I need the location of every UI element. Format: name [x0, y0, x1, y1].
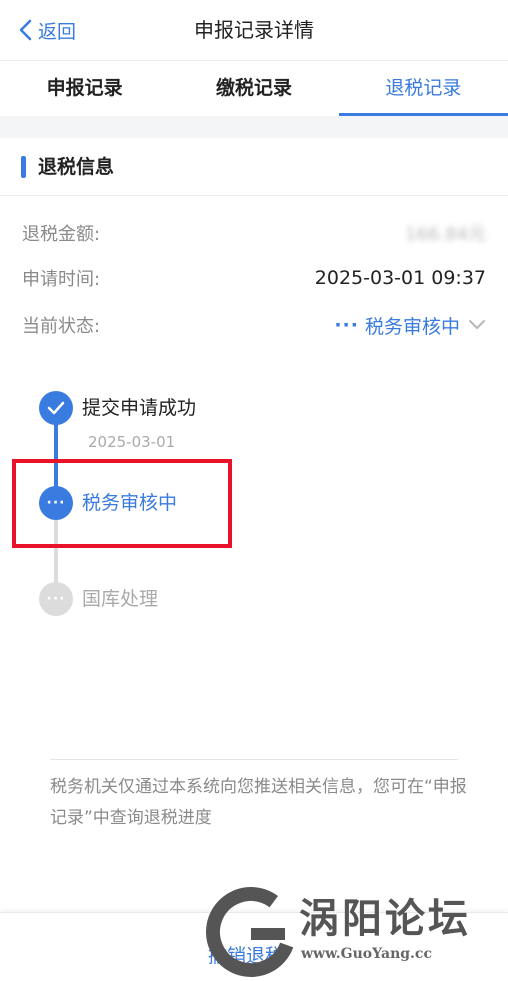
- watermark: 涡阳论坛 www.GuoYang.cc: [205, 886, 505, 978]
- apply-time-label: 申请时间:: [22, 269, 101, 290]
- current-status-label: 当前状态:: [22, 316, 101, 337]
- step-submitted-label: 提交申请成功: [82, 397, 197, 419]
- highlight-annotation-box: [12, 459, 232, 548]
- section-gap: [0, 116, 508, 138]
- watermark-text: 涡阳论坛: [299, 895, 471, 942]
- more-dots-icon: ···: [46, 591, 66, 607]
- watermark-url: www.GuoYang.cc: [301, 946, 432, 962]
- step-pending-dot: ···: [39, 582, 73, 616]
- navigation-bar: 返回 申报记录详情: [0, 0, 508, 60]
- notice-divider: [50, 759, 458, 760]
- apply-time-value: 2025-03-01 09:37: [314, 267, 486, 289]
- step-submitted-date: 2025-03-01: [88, 433, 176, 451]
- status-dropdown[interactable]: ··· 税务审核中: [334, 312, 486, 339]
- step-done-dot: [39, 391, 73, 425]
- section-header: 退税信息: [0, 138, 508, 196]
- current-status-row: 当前状态: ··· 税务审核中: [22, 310, 486, 340]
- apply-time-row: 申请时间: 2025-03-01 09:37: [22, 263, 486, 293]
- current-status-value: 税务审核中: [364, 315, 460, 338]
- checkmark-icon: [47, 401, 65, 415]
- tab-refund-records[interactable]: 退税记录: [338, 61, 508, 117]
- watermark-logo-icon: [206, 887, 296, 977]
- record-tabs: 申报记录 缴税记录 退税记录: [0, 60, 508, 117]
- refund-amount-value: 166.84元: [405, 224, 486, 245]
- more-dots-icon: ···: [334, 314, 359, 336]
- refund-amount-row: 退税金额: 166.84元: [22, 218, 486, 248]
- tab-declaration-records[interactable]: 申报记录: [0, 61, 169, 116]
- section-accent-bar: [21, 156, 26, 178]
- page-title: 申报记录详情: [194, 18, 314, 42]
- tab-payment-records[interactable]: 缴税记录: [169, 61, 338, 116]
- refund-amount-label: 退税金额:: [22, 224, 101, 245]
- notice-text: 税务机关仅通过本系统向您推送相关信息，您可在“申报记录”中查询退税进度: [50, 777, 467, 828]
- section-title: 退税信息: [38, 156, 115, 178]
- chevron-down-icon: [469, 320, 485, 329]
- step-treasury-label: 国库处理: [82, 588, 159, 610]
